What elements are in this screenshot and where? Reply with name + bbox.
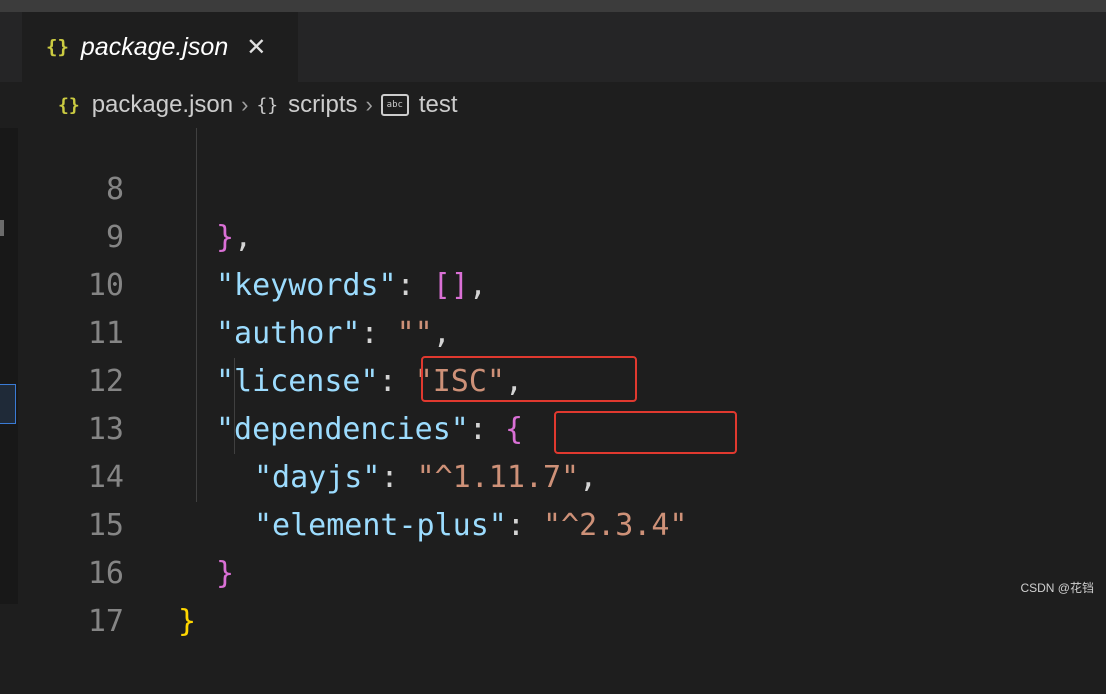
string-property-icon: abc bbox=[380, 94, 409, 116]
code-line: 9 "keywords": [], bbox=[18, 166, 1106, 303]
json-file-icon: {} bbox=[46, 36, 69, 58]
left-gutter-strip bbox=[0, 82, 18, 604]
code-editor[interactable]: 8 }, 9 "keywords": [], 10 "author": "", … bbox=[18, 128, 1106, 639]
tab-title: package.json bbox=[80, 32, 229, 61]
code-line: 8 }, bbox=[18, 118, 1106, 255]
watermark: CSDN @花铛 bbox=[1020, 581, 1094, 595]
line-number: 17 bbox=[87, 604, 124, 639]
chevron-right-icon: › bbox=[365, 92, 373, 117]
highlight-box-element-plus-version bbox=[554, 411, 737, 454]
code-line: 16 } bbox=[18, 502, 1106, 639]
highlight-box-dayjs-version bbox=[421, 356, 637, 402]
gutter-marker bbox=[0, 220, 4, 236]
window-top-bar bbox=[0, 0, 1106, 12]
code-line: 11 "license": "ISC", bbox=[18, 262, 1106, 399]
code-line: 17 bbox=[18, 550, 1106, 639]
code-line: 12 "dependencies": { bbox=[18, 310, 1106, 447]
code-line: 10 "author": "", bbox=[18, 214, 1106, 351]
brace: } bbox=[178, 604, 197, 639]
breadcrumb-item-scripts[interactable]: scripts bbox=[288, 91, 357, 119]
breadcrumb-item-test[interactable]: test bbox=[419, 91, 458, 119]
object-icon: {} bbox=[256, 94, 279, 116]
chevron-right-icon: › bbox=[241, 92, 249, 117]
breadcrumb-item-file[interactable]: package.json bbox=[92, 91, 233, 119]
json-file-icon: {} bbox=[58, 94, 80, 116]
close-icon[interactable]: ✕ bbox=[246, 33, 266, 62]
tab-package-json[interactable]: {} package.json ✕ bbox=[22, 12, 298, 82]
code-line: 15 } bbox=[18, 454, 1106, 591]
active-selection-marker bbox=[0, 384, 16, 424]
